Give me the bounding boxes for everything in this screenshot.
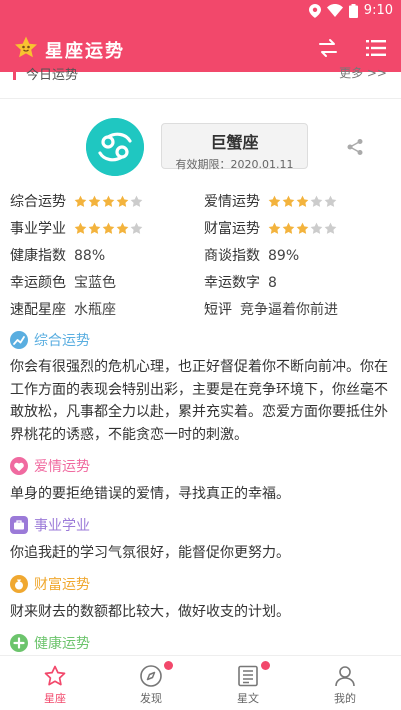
nav-label: 我的 [334,692,356,705]
rating-label: 事业学业 [10,221,66,237]
today-label: 今日运势 [26,68,79,83]
nav-label: 发现 [140,692,162,705]
star-rating [74,195,143,208]
heart-icon [10,457,28,475]
swap-icon[interactable] [316,36,340,60]
star-filled-icon [282,222,295,234]
star-filled-icon [74,222,87,234]
nav-tab-profile[interactable]: 我的 [310,656,380,710]
fact-value: 8 [268,275,277,291]
rating-overall: 综合运势 [10,191,143,213]
fact-label: 短评 [204,302,232,318]
star-filled-icon [102,195,115,207]
notification-dot [164,661,173,670]
star-filled-icon [116,222,129,234]
section-overall-text: 你会有很强烈的危机心理，也正好督促着你不断向前冲。你在工作方面的表现会特别出彩，… [10,359,388,443]
fact-business: 商谈指数 89% [204,245,299,267]
star-rating [74,222,143,235]
nav-tab-horoscope[interactable]: 星座 [20,656,90,710]
star-filled-icon [88,222,101,234]
fact-label: 幸运颜色 [10,275,66,291]
compass-icon [140,665,162,687]
fact-value: 水瓶座 [74,302,116,318]
section-title: 爱情运势 [34,459,90,475]
fact-lucky-color: 幸运颜色 宝蓝色 [10,272,116,294]
status-time: 9:10 [363,3,393,18]
star-empty-icon [324,195,337,207]
fact-label: 速配星座 [10,302,66,318]
star-empty-icon [130,222,143,234]
section-title: 综合运势 [34,333,90,349]
fact-value: 竞争逼着你前进 [240,302,338,318]
fact-lucky-number: 幸运数字 8 [204,272,277,294]
rating-love: 爱情运势 [204,191,337,213]
star-empty-icon [310,195,323,207]
fact-value: 宝蓝色 [74,275,116,291]
nav-tab-discover[interactable]: 发现 [116,656,186,710]
app-title: 星座运势 [45,41,125,62]
health-icon [10,634,28,652]
rating-label: 财富运势 [204,221,260,237]
fact-label: 幸运数字 [204,275,260,291]
sign-card[interactable]: 巨蟹座 有效期限：2020.01.11 [161,123,308,171]
rating-wealth: 财富运势 [204,218,337,240]
document-icon [238,665,258,687]
fact-value: 88% [74,248,106,264]
chart-icon [10,331,28,349]
star-filled-icon [88,195,101,207]
briefcase-icon [10,516,28,534]
nav-label: 星座 [44,692,66,705]
bottom-nav: 星座 发现 星文 我的 [0,655,401,710]
star-filled-icon [116,195,129,207]
more-link[interactable]: 更多 >> [339,64,387,81]
nav-tab-articles[interactable]: 星文 [213,656,283,710]
star-empty-icon [310,222,323,234]
sign-name: 巨蟹座 [210,133,259,152]
wifi-icon [326,4,343,17]
section-title: 事业学业 [34,518,90,534]
today-fortune-header: 今日运势 更多 >> [0,66,401,100]
section-wealth-text: 财来财去的数额都比较大，做好收支的计划。 [10,604,290,620]
divider [0,98,401,99]
rating-label: 综合运势 [10,194,66,210]
cancer-sign-icon [86,118,144,176]
star-filled-icon [296,222,309,234]
star-filled-icon [282,195,295,207]
section-love-text: 单身的要拒绝错误的爱情，寻找真正的幸福。 [10,486,290,502]
person-icon [335,666,355,687]
section-career-text: 你追我赶的学习气氛很好，能督促你更努力。 [10,545,290,561]
notification-dot [261,661,270,670]
fact-match-sign: 速配星座 水瓶座 [10,299,116,321]
star-empty-icon [324,222,337,234]
status-icons: 9:10 [308,3,393,18]
location-icon [308,3,321,18]
money-bag-icon [10,575,28,593]
valid-date: 有效期限：2020.01.11 [175,158,294,171]
logo-star-icon [15,36,37,58]
star-filled-icon [102,222,115,234]
star-filled-icon [268,195,281,207]
star-rating [268,195,337,208]
section-title: 健康运势 [34,636,90,652]
status-bar: 9:10 [0,0,401,24]
star-filled-icon [268,222,281,234]
star-filled-icon [74,195,87,207]
fact-health: 健康指数 88% [10,245,105,267]
star-filled-icon [296,195,309,207]
star-rating [268,222,337,235]
fact-label: 商谈指数 [204,248,260,264]
rating-career: 事业学业 [10,218,143,240]
rating-label: 爱情运势 [204,194,260,210]
menu-icon[interactable] [364,36,388,60]
star-empty-icon [130,195,143,207]
nav-label: 星文 [237,692,259,705]
section-marker [13,72,16,80]
fact-comment: 短评 竞争逼着你前进 [204,299,338,321]
share-icon[interactable] [346,138,364,156]
star-icon [44,665,66,686]
section-title: 财富运势 [34,577,90,593]
fact-label: 健康指数 [10,248,66,264]
battery-icon [348,3,358,18]
fact-value: 89% [268,248,300,264]
